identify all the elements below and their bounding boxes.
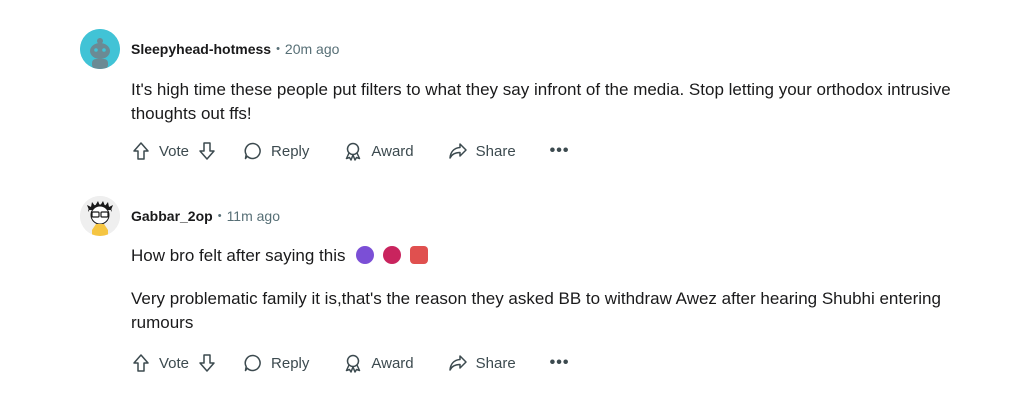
downvote-icon[interactable] bbox=[197, 353, 217, 373]
comment-paragraph: It's high time these people put filters … bbox=[131, 80, 951, 123]
comment-actions: Vote Reply Award Share ••• bbox=[131, 353, 569, 373]
reply-button[interactable]: Reply bbox=[243, 353, 309, 373]
purple-devil-emoji-icon bbox=[356, 246, 375, 264]
timestamp[interactable]: 11m ago bbox=[227, 208, 280, 224]
upvote-icon[interactable] bbox=[131, 141, 151, 161]
reply-label: Reply bbox=[271, 354, 310, 372]
comment-body: How bro felt after saying this Very prob… bbox=[131, 244, 991, 335]
vote-group: Vote bbox=[131, 353, 217, 373]
comment-paragraph: Very problematic family it is,that's the… bbox=[131, 289, 941, 332]
comment-paragraph-text: How bro felt after saying this bbox=[131, 246, 346, 265]
username[interactable]: Gabbar_2op bbox=[131, 208, 213, 224]
reply-button[interactable]: Reply bbox=[243, 141, 309, 161]
red-devil-emoji-icon bbox=[409, 246, 428, 264]
meta-separator: • bbox=[276, 43, 280, 55]
downvote-icon[interactable] bbox=[197, 141, 217, 161]
comment-meta: Gabbar_2op • 11m ago bbox=[131, 208, 280, 224]
share-arrow-icon bbox=[448, 355, 467, 371]
timestamp[interactable]: 20m ago bbox=[285, 41, 339, 57]
upvote-icon[interactable] bbox=[131, 353, 151, 373]
award-label: Award bbox=[371, 142, 414, 160]
reply-bubble-icon bbox=[244, 142, 261, 160]
username[interactable]: Sleepyhead-hotmess bbox=[131, 41, 271, 57]
vote-label: Vote bbox=[159, 354, 190, 372]
more-options-icon[interactable]: ••• bbox=[550, 354, 570, 372]
award-button[interactable]: Award bbox=[343, 141, 414, 161]
more-options-icon[interactable]: ••• bbox=[550, 142, 570, 160]
award-icon bbox=[346, 354, 361, 373]
vote-label: Vote bbox=[159, 142, 190, 160]
avatar[interactable] bbox=[80, 196, 120, 236]
snoo-avatar-icon bbox=[80, 29, 120, 69]
avatar[interactable] bbox=[80, 29, 120, 69]
devil-face-emoji-icon bbox=[382, 246, 401, 264]
award-button[interactable]: Award bbox=[343, 353, 414, 373]
share-label: Share bbox=[475, 142, 516, 160]
award-label: Award bbox=[371, 354, 414, 372]
share-button[interactable]: Share bbox=[448, 141, 516, 161]
comment-paragraph: How bro felt after saying this bbox=[131, 244, 991, 268]
comment-meta: Sleepyhead-hotmess • 20m ago bbox=[131, 41, 339, 57]
comment-body: It's high time these people put filters … bbox=[131, 78, 991, 126]
award-icon bbox=[346, 142, 361, 161]
share-label: Share bbox=[475, 354, 516, 372]
share-arrow-icon bbox=[448, 143, 467, 159]
reply-bubble-icon bbox=[244, 354, 261, 372]
meta-separator: • bbox=[217, 210, 222, 222]
vote-group: Vote bbox=[131, 141, 217, 161]
comment-actions: Vote Reply Award Share ••• bbox=[131, 141, 569, 161]
share-button[interactable]: Share bbox=[448, 353, 516, 373]
reply-label: Reply bbox=[271, 142, 310, 160]
user-avatar-icon bbox=[80, 196, 120, 236]
